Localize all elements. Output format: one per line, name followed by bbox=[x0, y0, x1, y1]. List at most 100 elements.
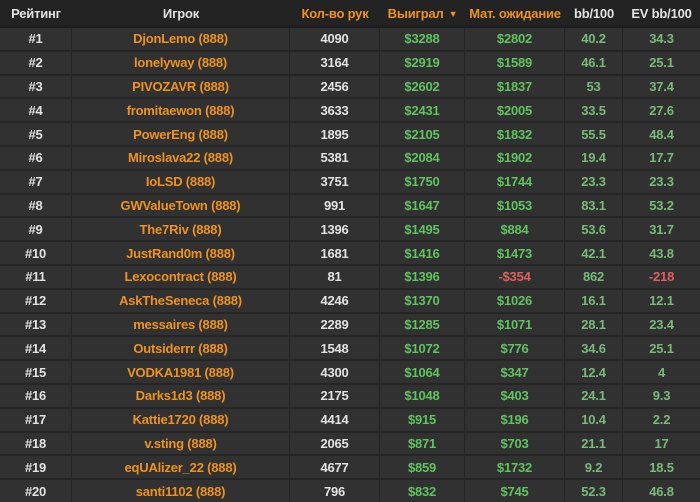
player-name-link[interactable]: PIVOZAVR (888) bbox=[72, 75, 290, 98]
hands-cell: 4300 bbox=[290, 361, 380, 383]
column-header-ev[interactable]: Мат. ожидание bbox=[465, 0, 565, 26]
column-header-ev-bb100[interactable]: EV bb/100 bbox=[623, 0, 700, 26]
table-row: #12 AskTheSeneca (888) 4246 $1370 $1026 … bbox=[0, 289, 700, 314]
hands-cell: 796 bbox=[290, 480, 380, 502]
bb100-cell: 19.4 bbox=[565, 146, 623, 169]
rank-cell: #7 bbox=[0, 170, 72, 193]
rank-cell: #13 bbox=[0, 313, 72, 336]
rank-cell: #3 bbox=[0, 75, 72, 98]
table-row: #10 JustRand0m (888) 1681 $1416 $1473 42… bbox=[0, 242, 700, 266]
hands-cell: 81 bbox=[290, 265, 380, 288]
rank-cell: #6 bbox=[0, 146, 72, 169]
rank-cell: #9 bbox=[0, 218, 72, 241]
player-name-link[interactable]: Kattie1720 (888) bbox=[72, 408, 290, 431]
ev-bb100-cell: 23.4 bbox=[649, 316, 674, 332]
player-name-link[interactable]: Lexocontract (888) bbox=[72, 265, 290, 288]
hands-cell: 2456 bbox=[290, 75, 380, 98]
ev-money-cell: $776 bbox=[465, 337, 565, 360]
ev-money-cell: -$354 bbox=[465, 265, 565, 288]
bb100-cell: 21.1 bbox=[565, 432, 623, 455]
won-cell: $1285 bbox=[380, 313, 465, 336]
rank-cell: #19 bbox=[0, 456, 72, 479]
rank-cell: #17 bbox=[0, 408, 72, 431]
table-row: #18 v.sting (888) 2065 $871 $703 21.1 17 bbox=[0, 432, 700, 457]
player-name-link[interactable]: VODKA1981 (888) bbox=[72, 361, 290, 383]
table-row: #9 The7Riv (888) 1396 $1495 $884 53.6 31… bbox=[0, 218, 700, 243]
ev-bb100-cell: 25.1 bbox=[649, 55, 674, 71]
sort-desc-icon: ▼ bbox=[448, 8, 458, 19]
hands-cell: 1681 bbox=[290, 242, 380, 264]
player-name-link[interactable]: santi1102 (888) bbox=[72, 480, 290, 502]
won-cell: $2105 bbox=[380, 123, 465, 145]
column-header-player[interactable]: Игрок bbox=[72, 0, 290, 26]
player-name-link[interactable]: Miroslava22 (888) bbox=[72, 146, 290, 169]
ev-bb100-cell: 37.4 bbox=[649, 78, 674, 94]
won-cell: $1750 bbox=[380, 170, 465, 193]
rank-cell: #1 bbox=[0, 28, 72, 50]
column-header-bb100[interactable]: bb/100 bbox=[565, 0, 623, 26]
won-cell: $2602 bbox=[380, 75, 465, 98]
hands-cell: 4246 bbox=[290, 289, 380, 312]
ev-bb100-cell: 43.8 bbox=[649, 245, 674, 261]
ev-bb100-cell: 53.2 bbox=[649, 197, 674, 213]
ev-money-cell: $1026 bbox=[465, 289, 565, 312]
won-cell: $1370 bbox=[380, 289, 465, 312]
hands-cell: 3751 bbox=[290, 170, 380, 193]
ev-bb100-cell: 12.1 bbox=[649, 293, 674, 309]
bb100-cell: 28.1 bbox=[565, 313, 623, 336]
ev-money-cell: $745 bbox=[465, 480, 565, 502]
bb100-cell: 46.1 bbox=[565, 51, 623, 74]
column-header-hands[interactable]: Кол-во рук bbox=[290, 0, 380, 26]
column-header-won[interactable]: Выиграл ▼ bbox=[380, 0, 465, 26]
rank-cell: #18 bbox=[0, 432, 72, 455]
rank-cell: #14 bbox=[0, 337, 72, 360]
player-name-link[interactable]: Outsiderrr (888) bbox=[72, 337, 290, 360]
player-name-link[interactable]: DjonLemo (888) bbox=[72, 28, 290, 50]
player-name-link[interactable]: eqUAlizer_22 (888) bbox=[72, 456, 290, 479]
won-cell: $1495 bbox=[380, 218, 465, 241]
player-name-link[interactable]: PowerEng (888) bbox=[72, 123, 290, 145]
hands-cell: 4677 bbox=[290, 456, 380, 479]
rank-cell: #8 bbox=[0, 194, 72, 217]
table-row: #5 PowerEng (888) 1895 $2105 $1832 55.5 … bbox=[0, 123, 700, 147]
player-name-link[interactable]: AskTheSeneca (888) bbox=[72, 289, 290, 312]
player-name-link[interactable]: JustRand0m (888) bbox=[72, 242, 290, 264]
table-row: #7 IoLSD (888) 3751 $1750 $1744 23.3 23.… bbox=[0, 170, 700, 195]
hands-cell: 991 bbox=[290, 194, 380, 217]
player-name-link[interactable]: v.sting (888) bbox=[72, 432, 290, 455]
player-name-link[interactable]: lonelyway (888) bbox=[72, 51, 290, 74]
rank-cell: #15 bbox=[0, 361, 72, 383]
player-name-link[interactable]: messaires (888) bbox=[72, 313, 290, 336]
won-cell: $1048 bbox=[380, 384, 465, 407]
won-cell: $2919 bbox=[380, 51, 465, 74]
won-cell: $859 bbox=[380, 456, 465, 479]
table-row: #1 DjonLemo (888) 4090 $3288 $2802 40.2 … bbox=[0, 28, 700, 52]
player-name-link[interactable]: IoLSD (888) bbox=[72, 170, 290, 193]
ev-bb100-cell: 34.3 bbox=[649, 31, 674, 47]
column-header-rank[interactable]: Рейтинг bbox=[0, 0, 72, 26]
ev-money-cell: $196 bbox=[465, 408, 565, 431]
hands-cell: 1895 bbox=[290, 123, 380, 145]
player-name-link[interactable]: fromitaewon (888) bbox=[72, 99, 290, 122]
hands-cell: 3633 bbox=[290, 99, 380, 122]
ev-bb100-cell: 48.4 bbox=[649, 126, 674, 142]
ev-bb100-cell: 18.5 bbox=[649, 459, 674, 475]
bb100-cell: 12.4 bbox=[565, 361, 623, 383]
player-name-link[interactable]: Darks1d3 (888) bbox=[72, 384, 290, 407]
ev-bb100-cell: 9.3 bbox=[652, 388, 671, 404]
rank-cell: #11 bbox=[0, 265, 72, 288]
hands-cell: 2065 bbox=[290, 432, 380, 455]
won-cell: $1396 bbox=[380, 265, 465, 288]
bb100-cell: 10.4 bbox=[565, 408, 623, 431]
ev-money-cell: $1071 bbox=[465, 313, 565, 336]
player-name-link[interactable]: The7Riv (888) bbox=[72, 218, 290, 241]
player-name-link[interactable]: GWValueTown (888) bbox=[72, 194, 290, 217]
hands-cell: 5381 bbox=[290, 146, 380, 169]
ev-money-cell: $1902 bbox=[465, 146, 565, 169]
hands-cell: 4090 bbox=[290, 28, 380, 50]
rank-cell: #10 bbox=[0, 242, 72, 264]
bb100-cell: 34.6 bbox=[565, 337, 623, 360]
table-row: #19 eqUAlizer_22 (888) 4677 $859 $1732 9… bbox=[0, 456, 700, 481]
table-row: #16 Darks1d3 (888) 2175 $1048 $403 24.1 … bbox=[0, 384, 700, 409]
ev-bb100-cell: 27.6 bbox=[649, 102, 674, 118]
